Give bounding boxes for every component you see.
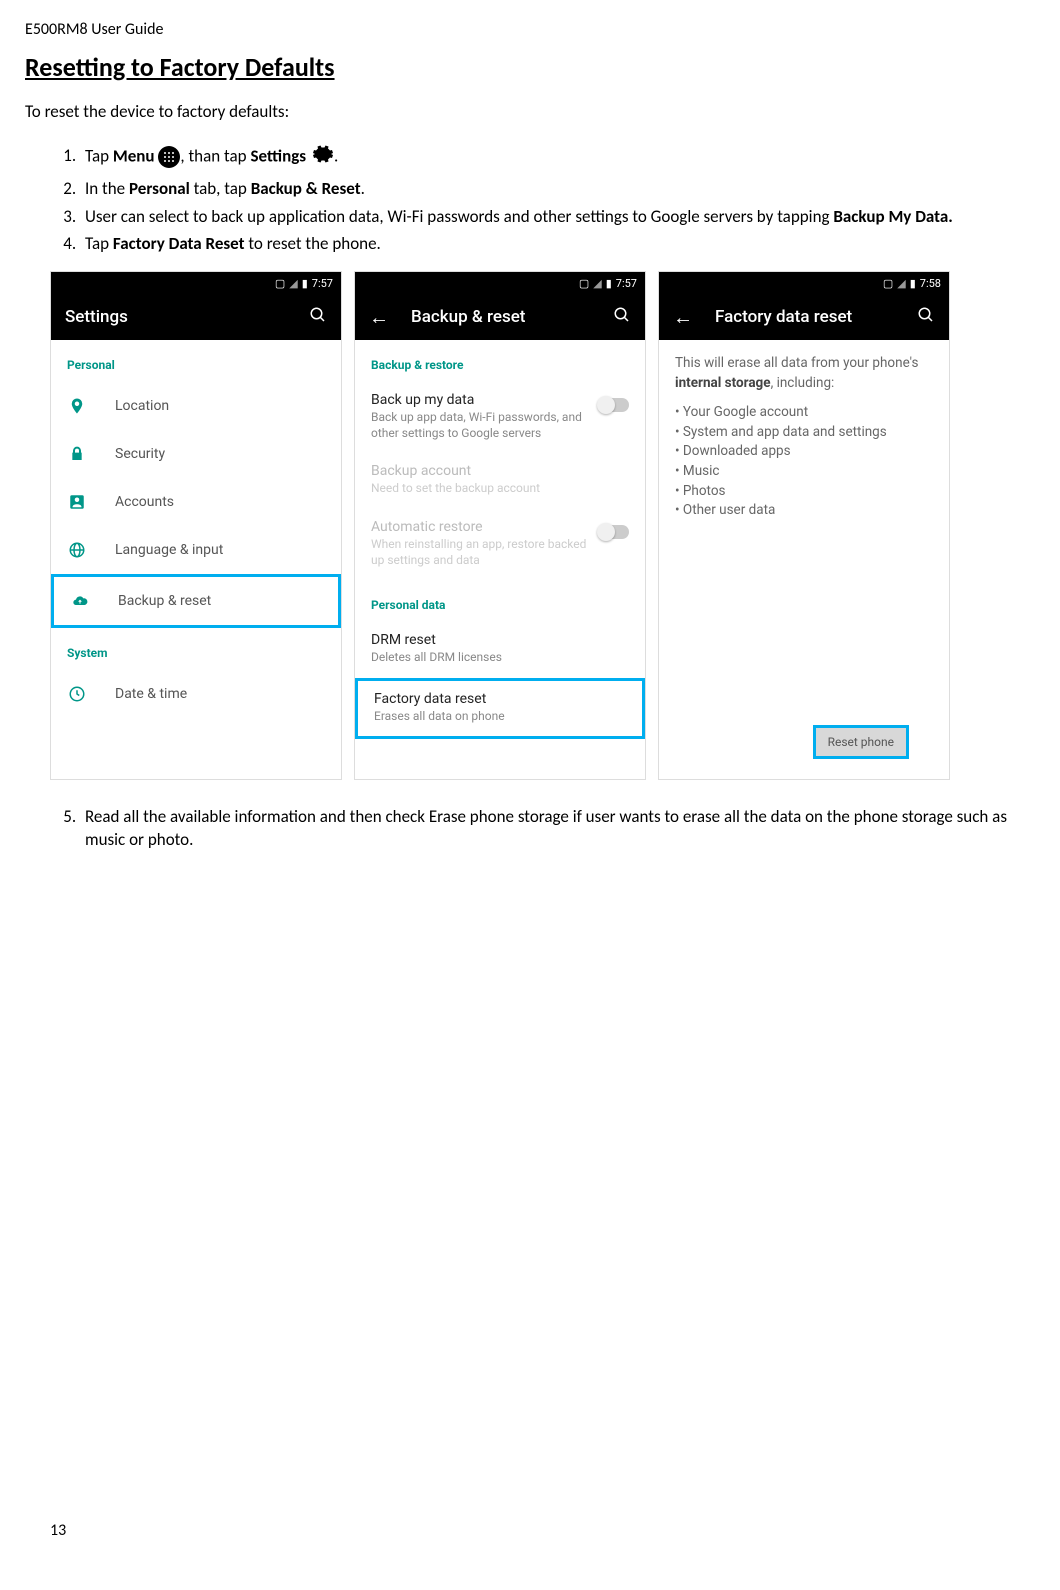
item-factory-reset[interactable]: Factory data reset Erases all data on ph… [355, 678, 645, 740]
screenshot-factory-reset: ▢ ◢ ▮ 7:58 ← Factory data reset This wil… [658, 271, 950, 780]
battery-icon: ▮ [910, 277, 916, 290]
item-security[interactable]: Security [51, 430, 341, 478]
time: 7:57 [312, 277, 333, 290]
status-bar: ▢ ◢ ▮ 7:57 [51, 272, 341, 294]
item-datetime[interactable]: Date & time [51, 670, 341, 718]
app-bar: ← Backup & reset [355, 294, 645, 340]
time: 7:57 [616, 277, 637, 290]
menu-icon [158, 146, 180, 168]
item-accounts[interactable]: Accounts [51, 478, 341, 526]
item-language[interactable]: Language & input [51, 526, 341, 574]
app-bar: Settings [51, 294, 341, 340]
screenshot-backup: ▢ ◢ ▮ 7:57 ← Backup & reset Backup & res… [354, 271, 646, 780]
step-1: Tap Menu , than tap Settings . [80, 142, 1035, 173]
step-4: Tap Factory Data Reset to reset the phon… [80, 232, 1035, 256]
section-backup-restore: Backup & restore [355, 340, 645, 382]
signal-icon: ◢ [593, 277, 601, 290]
lock-icon [67, 444, 87, 464]
doc-header: E500RM8 User Guide [25, 20, 1035, 39]
item-location[interactable]: Location [51, 382, 341, 430]
reset-phone-button[interactable]: Reset phone [813, 725, 909, 759]
item-auto-restore: Automatic restore When reinstalling an a… [355, 509, 645, 580]
accounts-icon [67, 492, 87, 512]
section-personal-data: Personal data [355, 580, 645, 622]
gear-icon [310, 142, 334, 173]
search-icon[interactable] [917, 306, 935, 329]
step-3: User can select to back up application d… [80, 205, 1035, 229]
intro-text: To reset the device to factory defaults: [25, 101, 1035, 122]
back-icon[interactable]: ← [369, 305, 389, 330]
item-drm-reset[interactable]: DRM reset Deletes all DRM licenses [355, 622, 645, 678]
app-title: Factory data reset [715, 307, 917, 327]
search-icon[interactable] [613, 306, 631, 329]
screenshots-row: ▢ ◢ ▮ 7:57 Settings Personal Location Se… [50, 271, 1035, 780]
location-icon [67, 396, 87, 416]
steps-list-cont: Read all the available information and t… [25, 805, 1035, 853]
screenshot-icon: ▢ [275, 277, 285, 290]
page-title: Resetting to Factory Defaults [25, 51, 1035, 83]
signal-icon: ◢ [289, 277, 297, 290]
toggle-restore [599, 525, 629, 539]
toggle-backup[interactable] [599, 398, 629, 412]
erase-list: Your Google account System and app data … [675, 403, 933, 520]
search-icon[interactable] [309, 306, 327, 329]
back-icon[interactable]: ← [673, 305, 693, 330]
battery-icon: ▮ [302, 277, 308, 290]
clock-icon [67, 684, 87, 704]
step-2: In the Personal tab, tap Backup & Reset. [80, 177, 1035, 201]
screenshot-settings: ▢ ◢ ▮ 7:57 Settings Personal Location Se… [50, 271, 342, 780]
battery-icon: ▮ [606, 277, 612, 290]
time: 7:58 [920, 277, 941, 290]
page-number: 13 [50, 1521, 66, 1540]
step-5: Read all the available information and t… [80, 805, 1035, 853]
item-backup-data[interactable]: Back up my data Back up app data, Wi-Fi … [355, 382, 645, 453]
app-title: Settings [65, 307, 309, 327]
reset-description: This will erase all data from your phone… [659, 340, 949, 545]
status-bar: ▢ ◢ ▮ 7:58 [659, 272, 949, 294]
globe-icon [67, 540, 87, 560]
status-bar: ▢ ◢ ▮ 7:57 [355, 272, 645, 294]
cloud-icon [70, 591, 90, 611]
screenshot-icon: ▢ [883, 277, 893, 290]
section-system: System [51, 628, 341, 670]
steps-list: Tap Menu , than tap Settings . In the Pe… [25, 142, 1035, 256]
section-personal: Personal [51, 340, 341, 382]
item-backup-reset[interactable]: Backup & reset [51, 574, 341, 628]
app-bar: ← Factory data reset [659, 294, 949, 340]
app-title: Backup & reset [411, 307, 613, 327]
signal-icon: ◢ [897, 277, 905, 290]
screenshot-icon: ▢ [579, 277, 589, 290]
item-backup-account: Backup account Need to set the backup ac… [355, 453, 645, 509]
